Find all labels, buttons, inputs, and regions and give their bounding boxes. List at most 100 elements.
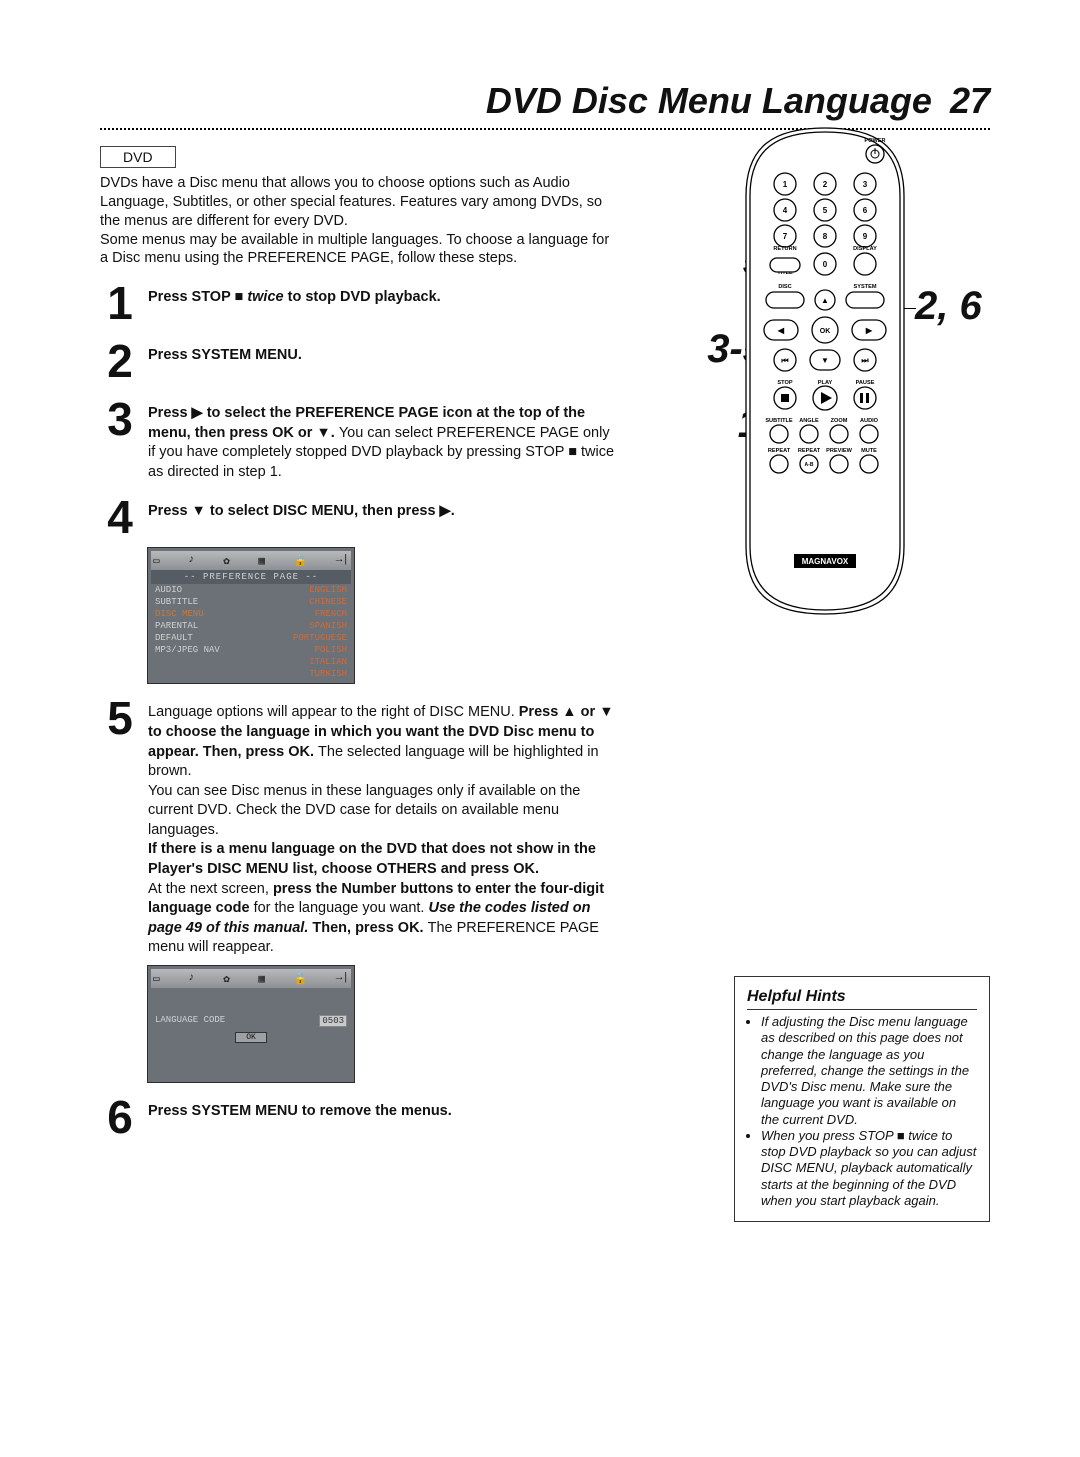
osd-icon: ▦ [258,554,265,568]
svg-text:AUDIO: AUDIO [860,418,879,424]
svg-text:MENU: MENU [857,298,873,304]
intro-line: DVDs have a Disc menu that allows you to… [100,174,620,231]
stop-label: STOP [777,380,792,386]
s5-p3: If there is a menu language on the DVD t… [148,841,596,877]
step4-text: Press ▼ to select DISC MENU, then press … [148,503,455,519]
osd-icon: ▭ [153,554,160,568]
stop-icon: ■ [568,444,577,460]
svg-text:REPEAT: REPEAT [768,448,791,454]
step-2: 2 Press SYSTEM MENU. [100,338,620,384]
svg-text:OK: OK [820,328,831,335]
remote-diagram: .btn{fill:#fff;stroke:#000;stroke-width:… [736,126,914,616]
osd-icon: ✿ [223,972,230,986]
osd-row: PARENTALSPANISH [151,620,351,632]
osd-icon: ✿ [223,554,230,568]
svg-text:2: 2 [823,180,828,189]
osd-row: TURKISH [151,668,351,680]
step-5: 5 Language options will appear to the ri… [100,695,620,957]
osd-language-code: ▭ ♪ ✿ ▦ 🔒 →| LANGUAGE CODE0503 OK [148,966,354,1082]
osd-icon: →| [336,554,349,568]
svg-text:ANGLE: ANGLE [799,418,819,424]
step-number: 4 [100,494,140,540]
svg-text:SUBTITLE: SUBTITLE [765,418,793,424]
svg-text:▼: ▼ [821,356,829,365]
osd-row: SUBTITLECHINESE [151,596,351,608]
svg-text:5: 5 [823,206,828,215]
zoom-button [830,425,848,443]
page-header: DVD Disc Menu Language 27 [100,80,990,122]
s5-p4a: At the next screen, [148,881,273,897]
svg-text:7: 7 [783,232,788,241]
preview-button [830,455,848,473]
callout-2-6: 2, 6 [915,286,982,326]
svg-text:8: 8 [823,232,828,241]
svg-text:▲: ▲ [821,296,829,305]
s5-p1a: Language options will appear to the righ… [148,704,519,720]
step-3: 3 Press ▶ to select the PREFERENCE PAGE … [100,396,620,482]
svg-text:ZOOM: ZOOM [831,418,848,424]
osd-row: MP3/JPEG NAVPOLISH [151,644,351,656]
svg-text:⏭: ⏭ [861,356,869,365]
step-number: 2 [100,338,140,384]
osd-icon: →| [336,972,349,986]
svg-text:▶: ▶ [865,326,873,335]
play-label: PLAY [818,380,833,386]
osd-icon-row: ▭ ♪ ✿ ▦ 🔒 →| [151,969,351,988]
angle-button [800,425,818,443]
dvd-tag: DVD [100,146,176,168]
title-button [770,258,800,272]
page-number: 27 [950,80,990,122]
step-number: 5 [100,695,140,741]
s5-p4c: for the language you want. [254,900,429,916]
svg-text:4: 4 [783,206,788,215]
intro-line: Some menus may be available in multiple … [100,231,620,269]
step-1: 1 Press STOP ■ twice to stop DVD playbac… [100,280,620,326]
svg-text:◀: ◀ [777,326,785,335]
svg-text:REPEAT: REPEAT [798,448,821,454]
step-number: 1 [100,280,140,326]
step2-text: Press SYSTEM MENU. [148,347,302,363]
step1-tail: to stop DVD playback. [284,289,441,305]
svg-text:⏮: ⏮ [781,356,788,365]
hint-item: If adjusting the Disc menu language as d… [761,1014,977,1128]
svg-text:PREVIEW: PREVIEW [826,448,853,454]
osd-icon-row: ▭ ♪ ✿ ▦ 🔒 →| [151,551,351,570]
title-text: DVD Disc Menu Language [486,80,932,121]
s5-p4e: Then, press OK. [312,920,427,936]
helpful-hints: Helpful Hints If adjusting the Disc menu… [734,976,990,1222]
svg-text:0: 0 [823,260,828,269]
pause-button [854,387,876,409]
osd-icon: ♪ [188,972,195,986]
system-label: SYSTEM [853,284,876,290]
osd-icon: 🔒 [294,554,308,568]
svg-text:MENU: MENU [777,298,793,304]
osd-row: DISC MENUFRENCH [151,608,351,620]
svg-text:6: 6 [863,206,868,215]
blank-button [854,253,876,275]
svg-text:3: 3 [863,180,868,189]
osd-title: -- PREFERENCE PAGE -- [151,570,351,584]
osd-row: DEFAULTPORTUGUESE [151,632,351,644]
osd-icon: ▦ [258,972,265,986]
step-4: 4 Press ▼ to select DISC MENU, then pres… [100,494,620,540]
svg-text:A-B: A-B [805,462,814,468]
osd-row: AUDIOENGLISH [151,584,351,596]
osd-icon: ▭ [153,972,160,986]
osd-preference-page: ▭ ♪ ✿ ▦ 🔒 →| -- PREFERENCE PAGE -- AUDIO… [148,548,354,683]
svg-text:1: 1 [783,180,788,189]
step1-twice: twice [243,289,283,305]
display-label: DISPLAY [853,246,877,252]
osd-icon: 🔒 [294,972,308,986]
osd-icon: ♪ [188,554,195,568]
power-label: POWER [864,138,885,144]
svg-text:9: 9 [863,232,868,241]
audio-button [860,425,878,443]
subtitle-button [770,425,788,443]
mute-button [860,455,878,473]
stop-icon: ■ [235,289,244,305]
step6-text: Press SYSTEM MENU to remove the menus. [148,1103,452,1119]
langcode-value: 0503 [319,1015,347,1027]
page-title: DVD Disc Menu Language 27 [100,80,990,122]
osd-ok-button: OK [235,1032,267,1043]
svg-text:MUTE: MUTE [861,448,877,454]
